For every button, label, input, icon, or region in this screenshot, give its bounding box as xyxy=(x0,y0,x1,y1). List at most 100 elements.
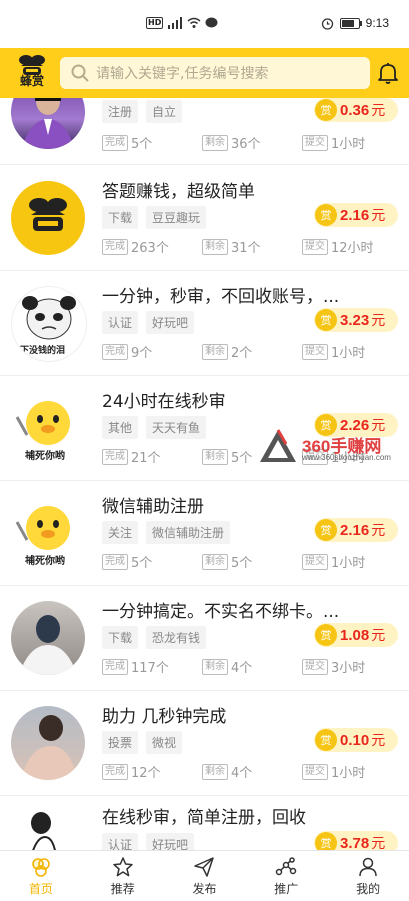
remain-count: 2个 xyxy=(231,346,253,361)
submit-time: 3小时 xyxy=(331,661,366,676)
task-type-tag: 其他 xyxy=(102,416,139,439)
home-icon xyxy=(32,857,50,877)
submit-time: 1小时 xyxy=(331,556,366,571)
reward-badge: 赏 0.10 元 xyxy=(314,728,398,752)
remain-count: 36个 xyxy=(231,137,261,152)
reward-amount: 1.08 xyxy=(340,626,370,644)
done-label: 完成 xyxy=(102,134,128,151)
avatar-caption: 捕死你哟 xyxy=(25,556,65,567)
nav-publish-label: 发布 xyxy=(192,881,217,896)
task-avatar xyxy=(11,181,85,255)
remain-count: 5个 xyxy=(231,451,253,466)
task-tags: 注册 自立 xyxy=(102,100,183,123)
done-label: 完成 xyxy=(102,763,128,780)
task-tags: 关注 微信辅助注册 xyxy=(102,521,231,544)
task-avatar: 捕死你哟 xyxy=(11,496,85,570)
task-stats: 完成 117个 剩余 4个 提交 3小时 xyxy=(102,657,402,676)
reward-icon: 赏 xyxy=(315,729,337,751)
reward-unit: 元 xyxy=(371,103,386,119)
task-tags: 下载 豆豆趣玩 xyxy=(102,206,207,229)
reward-unit: 元 xyxy=(371,313,386,329)
avatar-caption: 下没钱的泪 xyxy=(20,346,66,356)
task-avatar xyxy=(11,98,85,149)
task-item[interactable]: 注册 自立 赏 0.36 元 完成 5个 剩余 36个 提交 1小时 xyxy=(0,98,409,165)
reward-badge: 赏 0.36 元 xyxy=(314,98,398,122)
reward-unit: 元 xyxy=(371,208,386,224)
submit-label: 提交 xyxy=(302,553,328,570)
remain-label: 剩余 xyxy=(202,238,228,255)
reward-unit: 元 xyxy=(371,523,386,539)
person-sketch-icon xyxy=(31,812,56,850)
reward-icon: 赏 xyxy=(315,519,337,541)
task-title: 在线秒审，简单注册，回收 xyxy=(102,808,306,828)
reward-icon: 赏 xyxy=(315,309,337,331)
nav-home[interactable]: 首页 xyxy=(0,851,82,901)
person-avatar-icon xyxy=(21,715,77,780)
wifi-icon xyxy=(187,17,201,28)
done-count: 5个 xyxy=(131,556,153,571)
battery-icon xyxy=(339,17,362,29)
message-icon xyxy=(205,17,218,28)
nav-recommend-label: 推荐 xyxy=(110,881,135,896)
task-app-tag: 微视 xyxy=(146,731,183,754)
user-icon xyxy=(359,857,377,876)
app-logo[interactable]: 蜂赏 xyxy=(12,54,52,94)
task-title: 答题赚钱，超级简单 xyxy=(102,182,255,202)
person-avatar-icon xyxy=(19,615,77,675)
task-app-tag: 豆豆趣玩 xyxy=(146,206,207,229)
submit-label: 提交 xyxy=(302,763,328,780)
watermark-logo-icon xyxy=(260,429,296,462)
task-item[interactable]: 捕死你哟 微信辅助注册 关注 微信辅助注册 赏 2.16 元 完成 5个 剩余 5个… xyxy=(0,480,409,586)
task-type-tag: 认证 xyxy=(102,833,139,850)
task-list[interactable]: 注册 自立 赏 0.36 元 完成 5个 剩余 36个 提交 1小时 答题赚钱，超级简… xyxy=(0,98,409,850)
status-bar: HD 9:13 xyxy=(0,0,409,48)
remain-label: 剩余 xyxy=(202,763,228,780)
nav-mine-label: 我的 xyxy=(356,881,381,896)
reward-badge: 赏 2.16 元 xyxy=(314,518,398,542)
reward-icon: 赏 xyxy=(315,832,337,850)
reward-unit: 元 xyxy=(371,836,386,850)
task-type-tag: 下载 xyxy=(102,206,139,229)
task-item[interactable]: 在线秒审，简单注册，回收 认证 好玩吧 赏 3.78 元 xyxy=(0,795,409,850)
reward-icon: 赏 xyxy=(315,624,337,646)
hd-icon: HD xyxy=(146,17,164,29)
done-count: 21个 xyxy=(131,451,161,466)
done-count: 5个 xyxy=(131,137,153,152)
search-placeholder: 请输入关键字,任务编号搜索 xyxy=(96,66,269,82)
task-app-tag: 微信辅助注册 xyxy=(146,521,231,544)
done-count: 263个 xyxy=(131,241,169,256)
submit-label: 提交 xyxy=(302,343,328,360)
submit-time: 1小时 xyxy=(331,766,366,781)
done-label: 完成 xyxy=(102,553,128,570)
send-icon xyxy=(194,856,215,877)
bell-icon[interactable] xyxy=(376,61,400,85)
task-avatar xyxy=(11,805,85,850)
task-avatar: 下没钱的泪 xyxy=(11,286,87,362)
task-item[interactable]: 助力 几秒钟完成 投票 微视 赏 0.10 元 完成 12个 剩余 4个 提交 1小时 xyxy=(0,690,409,796)
task-app-tag: 好玩吧 xyxy=(146,311,195,334)
nav-publish[interactable]: 发布 xyxy=(164,851,246,901)
reward-icon: 赏 xyxy=(315,204,337,226)
remain-label: 剩余 xyxy=(202,134,228,151)
reward-amount: 2.16 xyxy=(340,206,370,224)
task-tags: 认证 好玩吧 xyxy=(102,833,195,850)
site-watermark: 360手赚网 www.360shouzhuan.com xyxy=(258,428,408,468)
reward-amount: 0.10 xyxy=(340,731,370,749)
nav-promote[interactable]: 推广 xyxy=(245,851,327,901)
avatar-caption: 捕死你哟 xyxy=(25,451,65,462)
share-icon xyxy=(276,856,297,875)
search-input[interactable]: 请输入关键字,任务编号搜索 xyxy=(60,57,370,89)
bee-logo-icon xyxy=(19,55,45,75)
reward-unit: 元 xyxy=(371,733,386,749)
task-item[interactable]: 下没钱的泪 一分钟，秒审，不回收账号，... 认证 好玩吧 赏 3.23 元 完… xyxy=(0,270,409,376)
submit-label: 提交 xyxy=(302,658,328,675)
remain-count: 31个 xyxy=(231,241,261,256)
nav-recommend[interactable]: 推荐 xyxy=(82,851,164,901)
nav-mine[interactable]: 我的 xyxy=(327,851,409,901)
task-item[interactable]: 答题赚钱，超级简单 下载 豆豆趣玩 赏 2.16 元 完成 263个 剩余 31个 … xyxy=(0,165,409,271)
submit-time: 12小时 xyxy=(331,241,374,256)
task-type-tag: 关注 xyxy=(102,521,139,544)
header: 蜂赏 请输入关键字,任务编号搜索 xyxy=(0,48,409,98)
task-tags: 其他 天天有鱼 xyxy=(102,416,207,439)
task-item[interactable]: 一分钟搞定。不实名不绑卡。... 下载 恐龙有钱 赏 1.08 元 完成 117个… xyxy=(0,585,409,691)
